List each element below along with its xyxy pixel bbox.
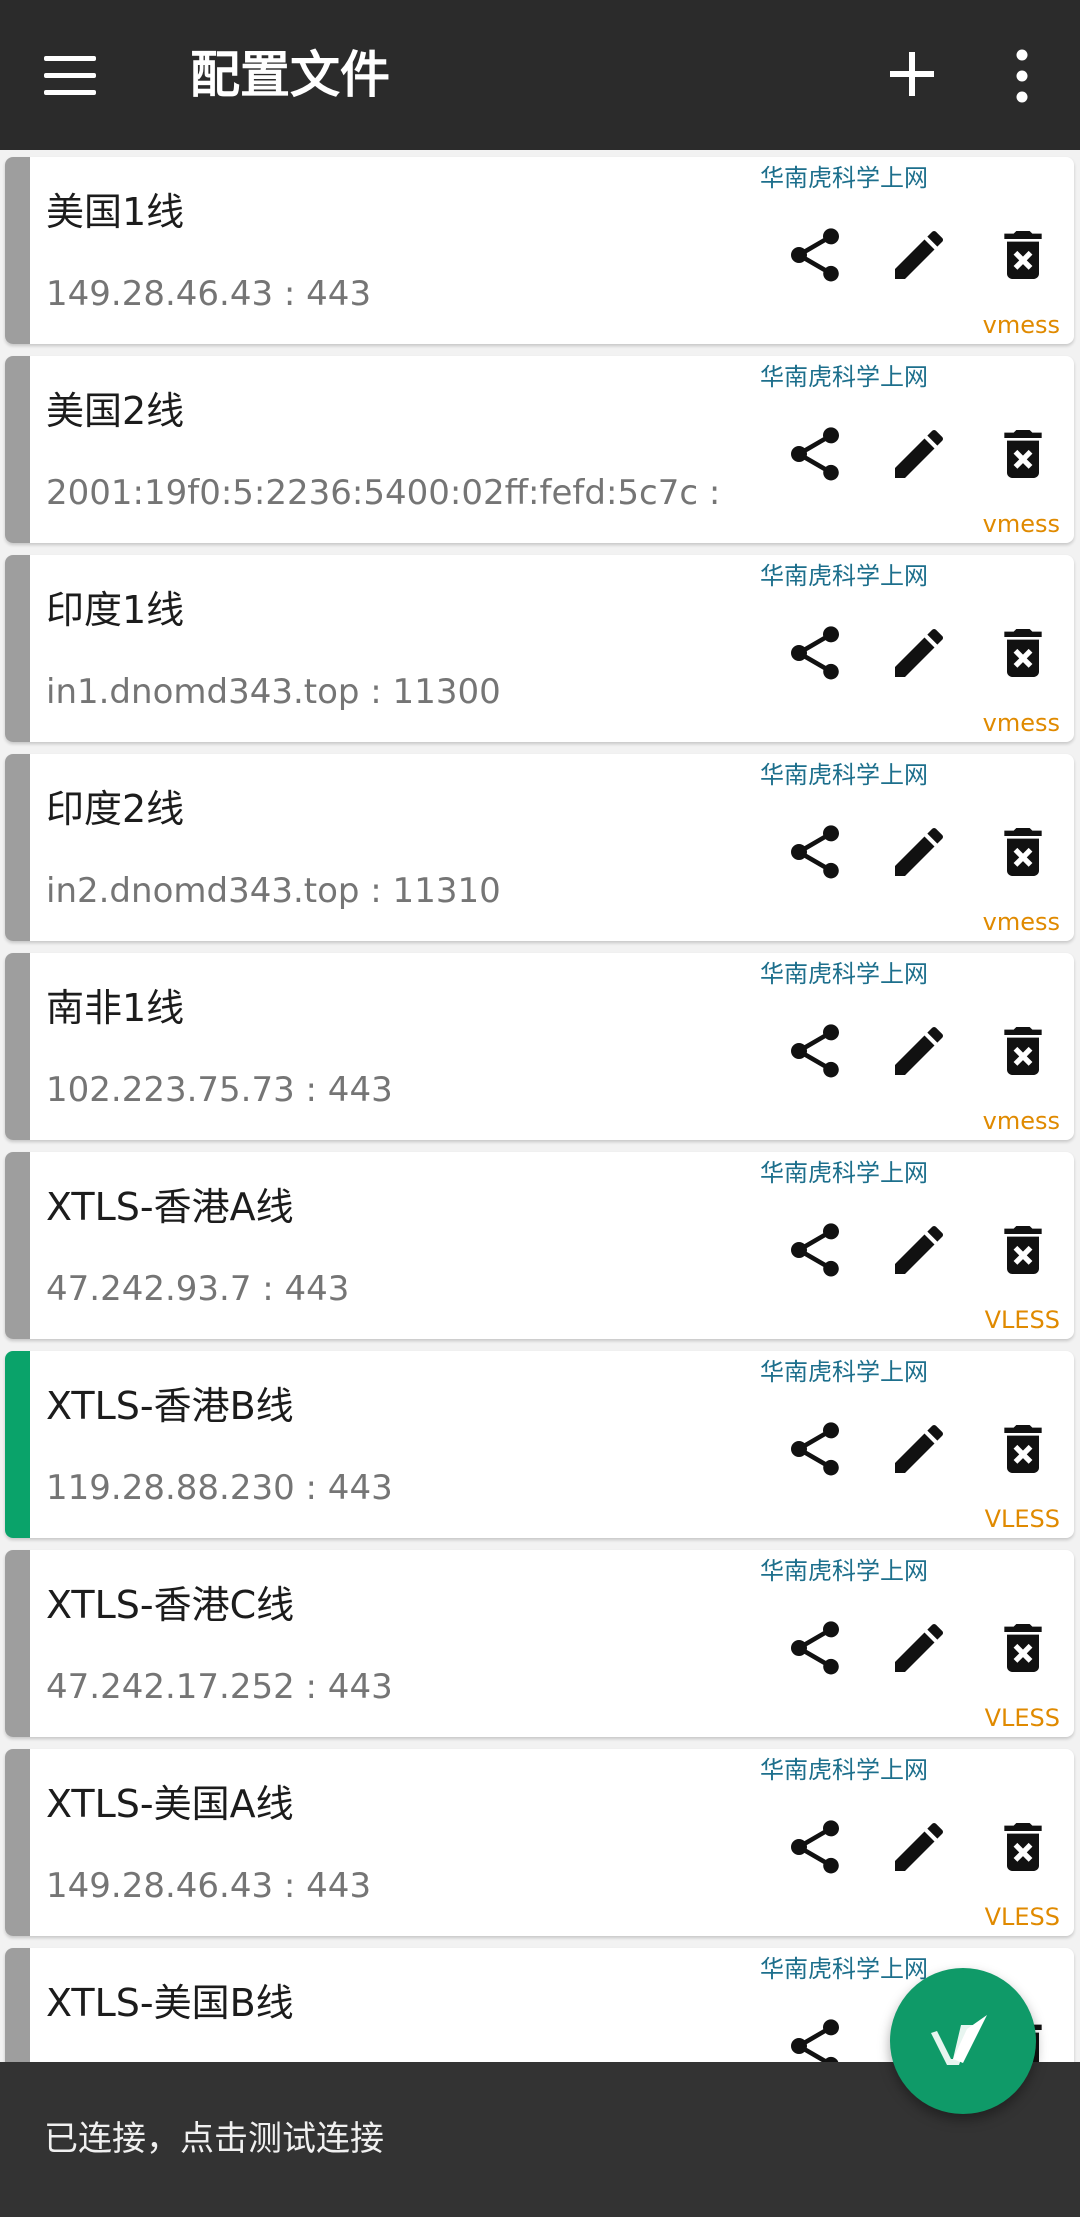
profile-address: 47.242.17.252 : 443 (46, 1667, 393, 1707)
profile-name: 印度1线 (46, 588, 185, 632)
connect-toggle-button[interactable] (890, 1968, 1036, 2114)
profile-address: in1.dnomd343.top : 11300 (46, 672, 501, 712)
selection-indicator (5, 555, 30, 742)
selection-indicator (5, 356, 30, 543)
profile-card[interactable]: XTLS-香港A线 47.242.93.7 : 443 华南虎科学上网 VLES… (5, 1152, 1074, 1339)
selection-indicator (5, 1948, 30, 2062)
delete-icon[interactable] (991, 1218, 1055, 1282)
selection-indicator (5, 1749, 30, 1936)
edit-icon[interactable] (887, 1815, 951, 1879)
edit-icon[interactable] (887, 820, 951, 884)
profile-address: 2001:19f0:5:2236:5400:02ff:fefd:5c7c : 4… (46, 473, 718, 513)
profile-group: 华南虎科学上网 (760, 363, 928, 391)
profile-group: 华南虎科学上网 (760, 1358, 928, 1386)
share-icon[interactable] (783, 1417, 847, 1481)
delete-icon[interactable] (991, 223, 1055, 287)
profile-protocol: vmess (982, 311, 1060, 339)
profile-group: 华南虎科学上网 (760, 562, 928, 590)
profile-group: 华南虎科学上网 (760, 1756, 928, 1784)
profile-protocol: vmess (982, 1107, 1060, 1135)
profile-address: in2.dnomd343.top : 11310 (46, 871, 501, 911)
profile-card[interactable]: 美国1线 149.28.46.43 : 443 华南虎科学上网 vmess (5, 157, 1074, 344)
share-icon[interactable] (783, 1815, 847, 1879)
delete-icon[interactable] (991, 422, 1055, 486)
selection-indicator (5, 1351, 30, 1538)
profile-name: XTLS-香港B线 (46, 1384, 294, 1428)
share-icon[interactable] (783, 820, 847, 884)
selection-indicator (5, 754, 30, 941)
profile-name: 美国2线 (46, 389, 185, 433)
share-icon[interactable] (783, 1616, 847, 1680)
add-icon[interactable] (884, 46, 940, 102)
profile-card[interactable]: 南非1线 102.223.75.73 : 443 华南虎科学上网 vmess (5, 953, 1074, 1140)
delete-icon[interactable] (991, 621, 1055, 685)
profile-group: 华南虎科学上网 (760, 1159, 928, 1187)
profile-protocol: vmess (982, 510, 1060, 538)
edit-icon[interactable] (887, 1019, 951, 1083)
share-icon[interactable] (783, 1218, 847, 1282)
selection-indicator (5, 953, 30, 1140)
profile-address: 102.223.75.73 : 443 (46, 1070, 393, 1110)
edit-icon[interactable] (887, 621, 951, 685)
profile-card[interactable]: XTLS-香港C线 47.242.17.252 : 443 华南虎科学上网 VL… (5, 1550, 1074, 1737)
profile-address: 47.242.93.7 : 443 (46, 1269, 350, 1309)
share-icon[interactable] (783, 621, 847, 685)
selection-indicator (5, 1550, 30, 1737)
profile-card[interactable]: 印度1线 in1.dnomd343.top : 11300 华南虎科学上网 vm… (5, 555, 1074, 742)
delete-icon[interactable] (991, 1019, 1055, 1083)
profile-address: 119.28.88.230 : 443 (46, 1468, 393, 1508)
profile-name: XTLS-美国A线 (46, 1782, 294, 1826)
profile-protocol: vmess (982, 908, 1060, 936)
profile-group: 华南虎科学上网 (760, 1557, 928, 1585)
page-title: 配置文件 (190, 46, 390, 104)
menu-icon[interactable] (44, 54, 100, 98)
profile-address: 149.28.46.43 : 443 (46, 1866, 372, 1906)
profile-protocol: VLESS (984, 1704, 1060, 1732)
profile-list[interactable]: 美国1线 149.28.46.43 : 443 华南虎科学上网 vmess 美国… (0, 150, 1080, 2062)
profile-card[interactable]: 美国2线 2001:19f0:5:2236:5400:02ff:fefd:5c7… (5, 356, 1074, 543)
profile-protocol: VLESS (984, 1306, 1060, 1334)
edit-icon[interactable] (887, 1417, 951, 1481)
share-icon[interactable] (783, 2014, 847, 2062)
edit-icon[interactable] (887, 1218, 951, 1282)
connection-status-text[interactable]: 已连接，点击测试连接 (44, 2116, 384, 2162)
edit-icon[interactable] (887, 422, 951, 486)
delete-icon[interactable] (991, 1417, 1055, 1481)
profile-group: 华南虎科学上网 (760, 164, 928, 192)
profile-name: XTLS-香港C线 (46, 1583, 295, 1627)
profile-group: 华南虎科学上网 (760, 1955, 928, 1983)
profile-name: 美国1线 (46, 190, 185, 234)
delete-icon[interactable] (991, 1616, 1055, 1680)
share-icon[interactable] (783, 1019, 847, 1083)
share-icon[interactable] (783, 223, 847, 287)
profile-protocol: VLESS (984, 1903, 1060, 1931)
profile-name: 南非1线 (46, 986, 185, 1030)
delete-icon[interactable] (991, 1815, 1055, 1879)
app-bar: 配置文件 (0, 0, 1080, 150)
profile-protocol: vmess (982, 709, 1060, 737)
edit-icon[interactable] (887, 1616, 951, 1680)
profile-name: 印度2线 (46, 787, 185, 831)
profile-card[interactable]: XTLS-美国A线 149.28.46.43 : 443 华南虎科学上网 VLE… (5, 1749, 1074, 1936)
more-vert-icon[interactable] (1000, 46, 1044, 106)
share-icon[interactable] (783, 422, 847, 486)
profile-name: XTLS-香港A线 (46, 1185, 294, 1229)
profile-group: 华南虎科学上网 (760, 960, 928, 988)
profile-protocol: VLESS (984, 1505, 1060, 1533)
profile-card[interactable]: 印度2线 in2.dnomd343.top : 11310 华南虎科学上网 vm… (5, 754, 1074, 941)
profile-name: XTLS-美国B线 (46, 1981, 294, 2025)
profile-group: 华南虎科学上网 (760, 761, 928, 789)
edit-icon[interactable] (887, 223, 951, 287)
selection-indicator (5, 1152, 30, 1339)
profile-address: 149.28.46.43 : 443 (46, 274, 372, 314)
v-logo-icon (931, 2015, 987, 2065)
delete-icon[interactable] (991, 820, 1055, 884)
selection-indicator (5, 157, 30, 344)
profile-card-selected[interactable]: XTLS-香港B线 119.28.88.230 : 443 华南虎科学上网 VL… (5, 1351, 1074, 1538)
